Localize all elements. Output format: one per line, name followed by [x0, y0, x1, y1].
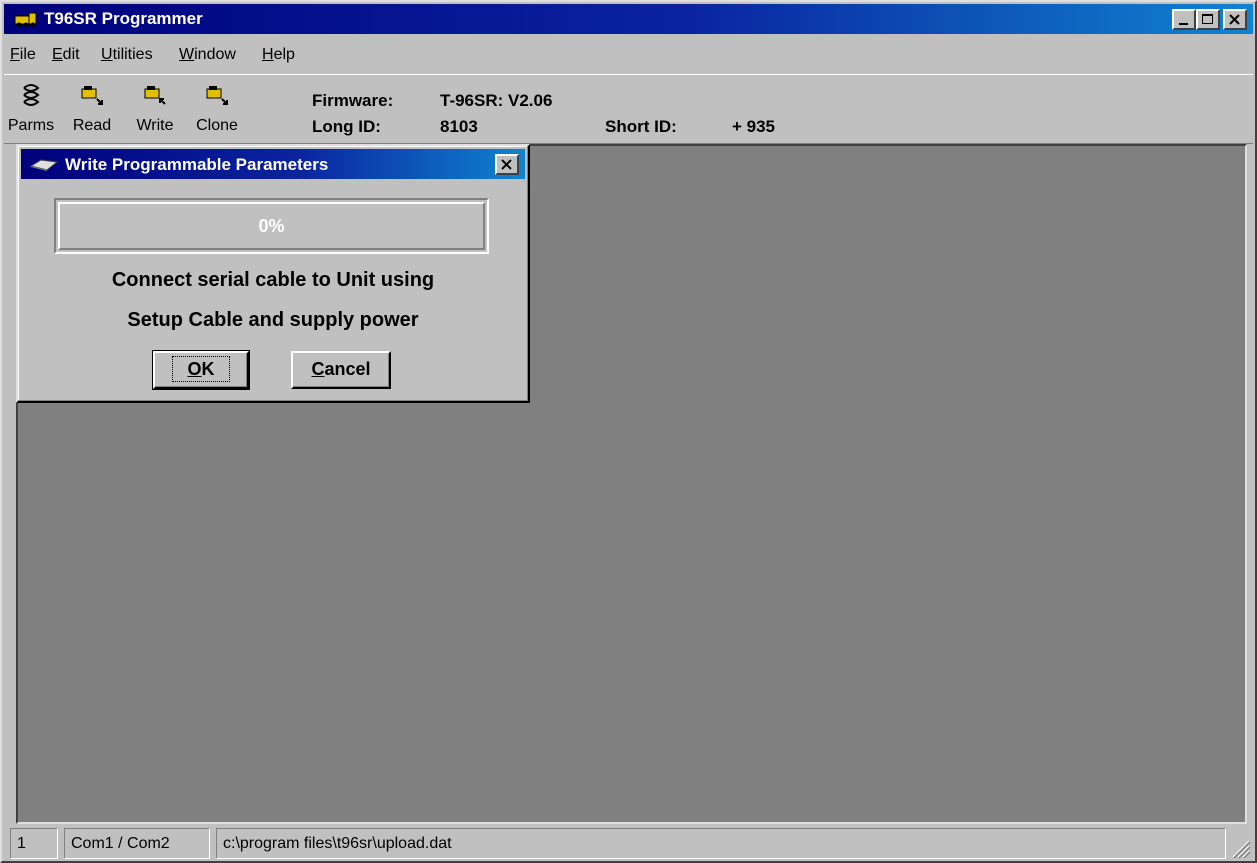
clone-label: Clone	[196, 117, 238, 134]
status-pane-com-ports: Com1 / Com2	[64, 828, 210, 859]
maximize-icon	[1202, 14, 1213, 24]
read-device-icon	[81, 86, 103, 105]
clone-device-icon	[206, 86, 228, 105]
progress-bar: 0%	[54, 198, 489, 254]
dialog-message-line2: Setup Cable and supply power	[127, 309, 419, 331]
menu-file[interactable]: File	[10, 46, 36, 64]
status-bar: 1 Com1 / Com2 c:\program files\t96sr\upl…	[4, 827, 1253, 861]
write-label: Write	[136, 117, 174, 134]
dialog-title-bar[interactable]: Write Programmable Parameters	[21, 149, 525, 179]
parameters-icon	[23, 84, 40, 106]
close-icon	[1229, 14, 1240, 25]
main-window: T96SR Programmer File Edit Utilities Win…	[0, 0, 1257, 863]
title-bar[interactable]: T96SR Programmer	[4, 4, 1253, 34]
window-title: T96SR Programmer	[44, 9, 203, 28]
dialog-message-line1: Connect serial cable to Unit using	[111, 269, 435, 291]
parms-button[interactable]: Parms	[4, 79, 58, 141]
long-id-label: Long ID:	[312, 117, 381, 136]
progress-track: 0%	[58, 202, 485, 250]
write-button[interactable]: Write	[128, 79, 182, 141]
close-icon	[501, 159, 512, 170]
ok-button[interactable]: OK	[152, 350, 250, 390]
short-id-value: + 935	[732, 117, 776, 136]
chip-icon	[29, 159, 59, 171]
status-pane-window-number: 1	[10, 828, 58, 859]
status-pane-file-path: c:\program files\t96sr\upload.dat	[216, 828, 1226, 859]
read-button[interactable]: Read	[65, 79, 119, 141]
menu-edit[interactable]: Edit	[52, 46, 80, 64]
menu-window[interactable]: Window	[179, 46, 236, 64]
locomotive-app-icon	[14, 12, 37, 28]
menu-bar: File Edit Utilities Window Help	[4, 38, 1253, 72]
read-label: Read	[72, 117, 112, 134]
progress-percent-text: 0%	[258, 216, 285, 236]
maximize-button[interactable]	[1196, 9, 1220, 30]
dialog-close-button[interactable]	[495, 154, 519, 175]
parms-label: Parms	[7, 117, 55, 134]
write-parameters-dialog: Write Programmable Parameters 0% Connect…	[16, 144, 530, 403]
dialog-title: Write Programmable Parameters	[65, 155, 329, 174]
cancel-button[interactable]: Cancel	[291, 351, 391, 389]
menu-help[interactable]: Help	[262, 46, 295, 64]
toolbar: Parms Read Write Clone Firmware: T-96SR:…	[4, 74, 1253, 144]
close-button[interactable]	[1223, 9, 1247, 30]
ok-focus-rect: OK	[172, 356, 230, 382]
minimize-icon	[1179, 23, 1188, 25]
firmware-value: T-96SR: V2.06	[440, 91, 553, 110]
short-id-label: Short ID:	[605, 117, 677, 136]
menu-utilities[interactable]: Utilities	[101, 46, 153, 64]
minimize-button[interactable]	[1172, 9, 1196, 30]
clone-button[interactable]: Clone	[190, 79, 244, 141]
write-device-icon	[144, 86, 166, 105]
firmware-label: Firmware:	[312, 91, 394, 110]
resize-grip-icon[interactable]	[1227, 835, 1251, 859]
long-id-value: 8103	[440, 117, 478, 136]
